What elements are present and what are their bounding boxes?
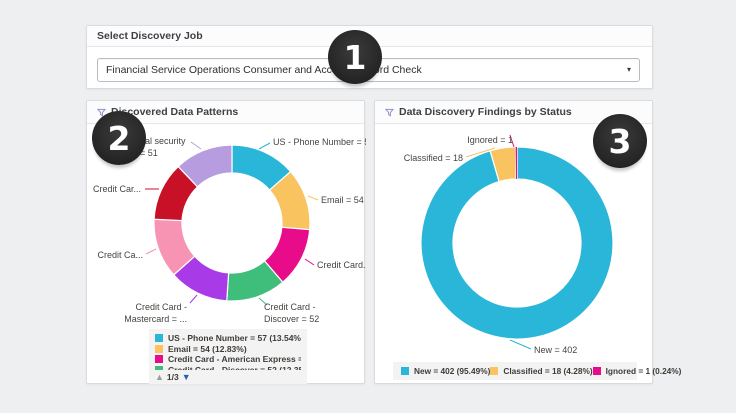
funnel-icon[interactable] xyxy=(385,108,394,117)
legend-label: Classified = 18 (4.28%) xyxy=(503,366,592,377)
label-leader-line xyxy=(308,196,318,200)
legend-swatch xyxy=(490,367,498,375)
segment-label: Credit Ca... xyxy=(97,250,143,260)
legend-item[interactable]: Email = 54 (12.83%) xyxy=(155,344,301,355)
segment-label: Credit Car... xyxy=(93,184,141,194)
legend-label: Email = 54 (12.83%) xyxy=(168,344,247,355)
legend-page-down-icon[interactable]: ▼ xyxy=(182,373,191,382)
annotation-badge-2: 2 xyxy=(92,111,146,165)
segment-label: US - Phone Number = 57 xyxy=(273,137,366,147)
patterns-legend-pager: ▲ 1/3 ▼ xyxy=(155,372,301,382)
label-leader-line xyxy=(146,249,156,254)
legend-item[interactable]: US - Phone Number = 57 (13.54%) xyxy=(155,333,301,344)
legend-label: Ignored = 1 (0.24%) xyxy=(606,366,682,377)
legend-swatch xyxy=(155,334,163,342)
segment-label: Credit Card -Mastercard = ... xyxy=(124,302,187,324)
label-leader-line xyxy=(190,295,197,303)
segment-label: Classified = 18 xyxy=(404,153,463,163)
label-leader-line xyxy=(510,340,531,349)
legend-swatch xyxy=(155,345,163,353)
findings-legend: New = 402 (95.49%) Classified = 18 (4.28%… xyxy=(393,362,637,380)
legend-swatch xyxy=(155,355,163,363)
segment-label: New = 402 xyxy=(534,345,577,355)
chevron-down-icon: ▾ xyxy=(627,66,631,74)
label-leader-line xyxy=(259,143,270,149)
legend-swatch xyxy=(155,366,163,370)
legend-swatch xyxy=(593,367,601,375)
legend-page-up-icon[interactable]: ▲ xyxy=(155,373,164,382)
badge-number: 2 xyxy=(108,119,131,158)
patterns-legend: US - Phone Number = 57 (13.54%)Email = 5… xyxy=(149,329,307,384)
legend-label: US - Phone Number = 57 (13.54%) xyxy=(168,333,301,344)
legend-label: Credit Card - Discover = 52 (12.35%) xyxy=(168,365,301,371)
badge-number: 1 xyxy=(344,38,367,77)
patterns-legend-rows: US - Phone Number = 57 (13.54%)Email = 5… xyxy=(155,333,301,370)
legend-item[interactable]: New = 402 (95.49%) xyxy=(401,366,490,377)
findings-panel-title: Data Discovery Findings by Status xyxy=(399,106,572,118)
legend-item[interactable]: Classified = 18 (4.28%) xyxy=(490,366,592,377)
legend-label: New = 402 (95.49%) xyxy=(414,366,490,377)
label-leader-line xyxy=(305,259,314,265)
job-panel-title: Select Discovery Job xyxy=(97,30,203,42)
legend-label: Credit Card - American Express = 52 (12.… xyxy=(168,354,301,365)
annotation-badge-1: 1 xyxy=(328,30,382,84)
legend-item[interactable]: Ignored = 1 (0.24%) xyxy=(593,366,682,377)
discovery-dashboard: Select Discovery Job Financial Service O… xyxy=(0,0,736,413)
segment-label: Email = 54 xyxy=(321,195,364,205)
annotation-badge-3: 3 xyxy=(593,114,647,168)
legend-swatch xyxy=(401,367,409,375)
legend-item[interactable]: Credit Card - Discover = 52 (12.35%) xyxy=(155,365,301,371)
legend-page-indicator: 1/3 xyxy=(167,372,179,382)
segment-label: Ignored = 1 xyxy=(467,135,513,145)
segment-label: Credit Card -Discover = 52 xyxy=(264,302,319,324)
label-leader-line xyxy=(191,142,201,149)
segment-label: Credit Card... xyxy=(317,260,366,270)
badge-number: 3 xyxy=(609,122,632,161)
legend-item[interactable]: Credit Card - American Express = 52 (12.… xyxy=(155,354,301,365)
